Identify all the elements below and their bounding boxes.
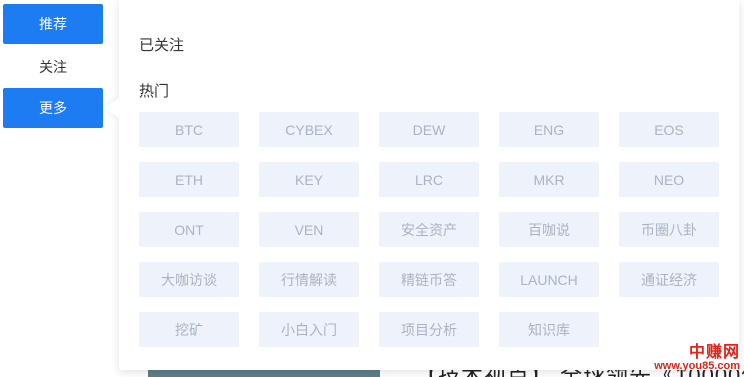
- background-image-strip: [148, 369, 380, 377]
- nav-item-follow[interactable]: 关注: [3, 47, 103, 87]
- tag-baikashuo[interactable]: 百咖说: [499, 212, 599, 247]
- tag-beginner[interactable]: 小白入门: [259, 312, 359, 347]
- hot-section-title: 热门: [139, 83, 170, 100]
- tag-cybex[interactable]: CYBEX: [259, 112, 359, 147]
- tag-chain-qa[interactable]: 精链币答: [379, 262, 479, 297]
- tag-neo[interactable]: NEO: [619, 162, 719, 197]
- tag-mining[interactable]: 挖矿: [139, 312, 239, 347]
- tag-mkr[interactable]: MKR: [499, 162, 599, 197]
- panel-caret: [103, 98, 119, 118]
- tag-knowledge-base[interactable]: 知识库: [499, 312, 599, 347]
- tag-dew[interactable]: DEW: [379, 112, 479, 147]
- tag-ven[interactable]: VEN: [259, 212, 359, 247]
- tag-token-economy[interactable]: 通证经济: [619, 262, 719, 297]
- tag-lrc[interactable]: LRC: [379, 162, 479, 197]
- watermark-url: www.you85.com: [654, 360, 740, 373]
- nav-item-more[interactable]: 更多: [3, 88, 103, 128]
- tag-launch[interactable]: LAUNCH: [499, 262, 599, 297]
- tag-ont[interactable]: ONT: [139, 212, 239, 247]
- nav-item-recommend[interactable]: 推荐: [3, 4, 103, 44]
- tag-eth[interactable]: ETH: [139, 162, 239, 197]
- tag-interviews[interactable]: 大咖访谈: [139, 262, 239, 297]
- tag-key[interactable]: KEY: [259, 162, 359, 197]
- tag-crypto-gossip[interactable]: 币圈八卦: [619, 212, 719, 247]
- site-watermark: 中赚网 www.you85.com: [654, 343, 740, 373]
- tag-secure-assets[interactable]: 安全资产: [379, 212, 479, 247]
- side-nav: 推荐 关注 更多: [3, 4, 103, 128]
- more-dropdown-panel: 已关注 热门 BTC CYBEX DEW ENG EOS ETH KEY LRC…: [119, 0, 739, 370]
- tag-market-analysis[interactable]: 行情解读: [259, 262, 359, 297]
- watermark-brand: 中赚网: [688, 343, 740, 361]
- tag-project-analysis[interactable]: 项目分析: [379, 312, 479, 347]
- tag-btc[interactable]: BTC: [139, 112, 239, 147]
- tag-eng[interactable]: ENG: [499, 112, 599, 147]
- tag-eos[interactable]: EOS: [619, 112, 719, 147]
- hot-tag-grid: BTC CYBEX DEW ENG EOS ETH KEY LRC MKR NE…: [139, 112, 739, 347]
- followed-section-title: 已关注: [139, 37, 185, 54]
